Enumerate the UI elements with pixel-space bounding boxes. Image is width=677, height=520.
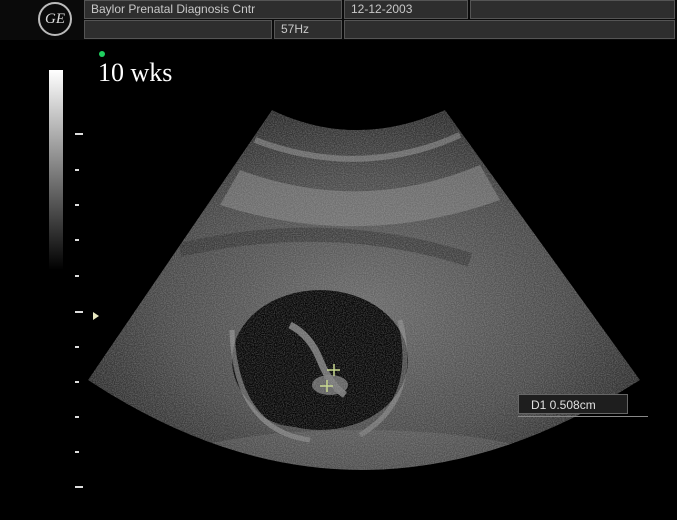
depth-tick	[75, 169, 79, 171]
grayscale-bar	[49, 70, 63, 270]
measurement-underline	[518, 416, 648, 417]
depth-tick	[75, 275, 79, 277]
depth-tick	[75, 239, 79, 241]
depth-tick	[75, 133, 83, 135]
depth-tick	[75, 451, 79, 453]
gestational-age-label: 10 wks	[98, 58, 173, 87]
depth-tick	[75, 416, 79, 418]
status-indicator-icon	[99, 51, 105, 57]
depth-tick	[75, 311, 83, 313]
depth-tick	[75, 346, 79, 348]
measurement-box: D1 0.508cm	[518, 394, 628, 414]
focus-marker-icon	[93, 312, 99, 320]
depth-tick	[75, 381, 79, 383]
depth-tick	[75, 486, 83, 488]
depth-tick	[75, 204, 79, 206]
